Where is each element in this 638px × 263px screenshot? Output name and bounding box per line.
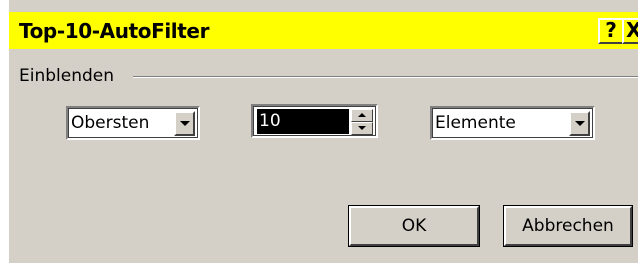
title-bar: Top-10-AutoFilter ? X <box>9 12 638 49</box>
top10-autofilter-dialog: Top-10-AutoFilter ? X Einblenden Oberste… <box>9 0 638 263</box>
spin-buttons <box>351 109 373 135</box>
direction-value: Obersten <box>71 113 150 133</box>
ok-button[interactable]: OK <box>348 205 480 247</box>
chevron-down-icon <box>180 121 190 126</box>
count-input[interactable]: 10 <box>257 109 349 134</box>
unit-dropdown-button[interactable] <box>569 111 590 136</box>
group-divider <box>133 76 638 78</box>
window-title: Top-10-AutoFilter <box>19 19 210 43</box>
unit-dropdown[interactable]: Elemente <box>430 106 595 140</box>
arrow-up-icon <box>358 113 366 117</box>
close-button[interactable]: X <box>622 18 638 44</box>
spin-up-button[interactable] <box>351 109 373 122</box>
help-button[interactable]: ? <box>598 18 624 44</box>
close-icon: X <box>626 18 638 42</box>
group-label-einblenden: Einblenden <box>19 66 115 86</box>
chevron-down-icon <box>575 121 585 126</box>
spin-down-button[interactable] <box>351 122 373 135</box>
unit-value: Elemente <box>435 113 516 133</box>
cancel-button[interactable]: Abbrechen <box>503 205 633 247</box>
count-spinner[interactable]: 10 <box>251 104 378 138</box>
direction-dropdown-button[interactable] <box>174 111 195 136</box>
arrow-down-icon <box>358 126 366 130</box>
direction-dropdown[interactable]: Obersten <box>66 106 200 140</box>
help-icon: ? <box>605 18 617 42</box>
